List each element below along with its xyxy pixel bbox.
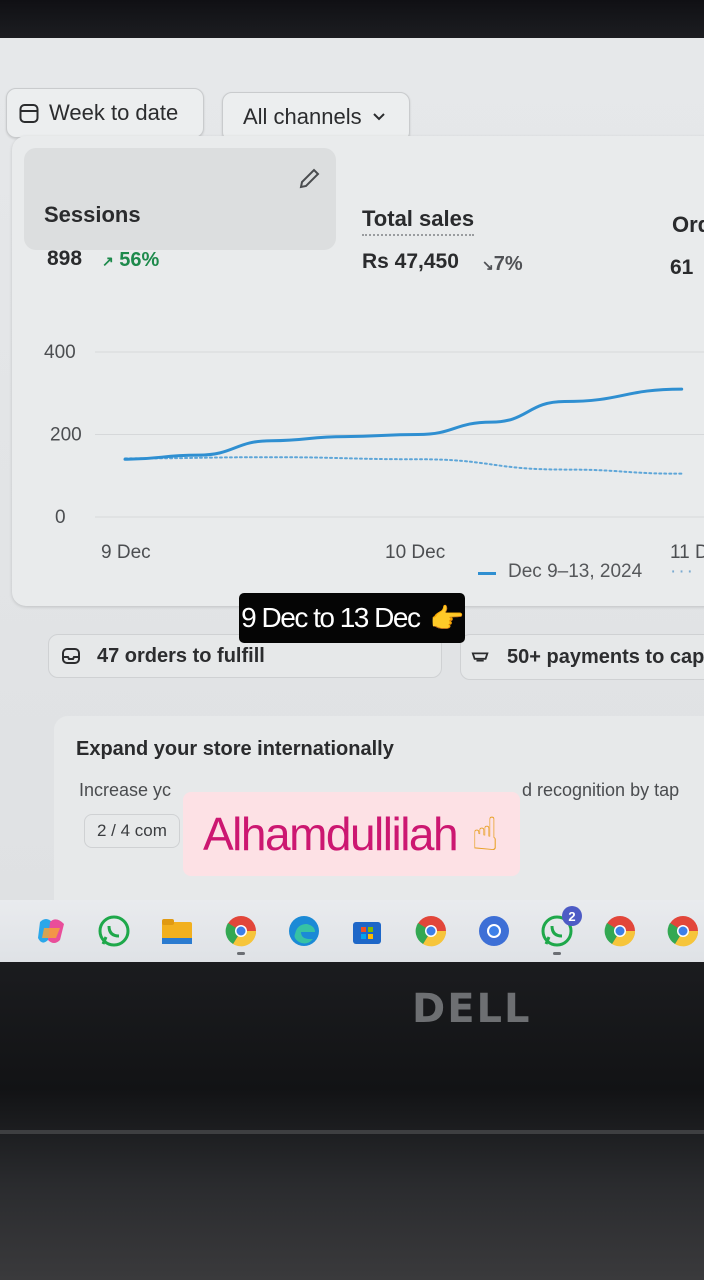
expand-description-start: Increase yc: [79, 780, 172, 800]
caption-text: Alhamdullilah: [203, 808, 459, 860]
inbox-icon: [62, 648, 80, 664]
copilot-icon[interactable]: [34, 914, 68, 948]
chrome-3-icon[interactable]: [603, 914, 637, 948]
laptop-hinge: [0, 1130, 704, 1134]
y-tick-label: 0: [55, 507, 66, 528]
expand-description-end: d recognition by tap: [522, 780, 680, 800]
laptop-bottom-bezel: [0, 962, 704, 1280]
chrome-profile-2-icon[interactable]: [477, 914, 511, 948]
date-range-sticker: 9 Dec to 13 Dec 👉: [239, 593, 465, 643]
notification-badge: 2: [562, 906, 582, 926]
chrome-4-icon[interactable]: [666, 914, 700, 948]
payments-to-capture-button[interactable]: 50+ payments to cap: [460, 634, 704, 680]
pointing-up-emoji-icon: ☝: [471, 807, 499, 861]
x-tick-label: 10 Dec: [385, 542, 445, 563]
chrome-profile-icon[interactable]: [414, 914, 448, 948]
x-tick-label: 11 D: [670, 542, 704, 563]
cash-icon: [471, 652, 489, 662]
orders-to-fulfill-label: 47 orders to fulfill: [97, 644, 265, 667]
chart-legend-more: ···: [670, 561, 695, 582]
y-tick-label: 400: [44, 342, 76, 363]
edge-icon[interactable]: [287, 914, 321, 948]
pointing-right-emoji-icon: 👉: [429, 601, 464, 635]
legend-swatch: [478, 572, 496, 575]
file-explorer-icon[interactable]: [160, 914, 194, 948]
caption-sticker: Alhamdullilah ☝: [183, 792, 520, 876]
comparison-series-line: [124, 456, 683, 475]
x-tick-label: 9 Dec: [101, 542, 151, 563]
dell-logo: DELL: [412, 986, 532, 1032]
expand-progress-badge: 2 / 4 com: [84, 814, 180, 848]
expand-title: Expand your store internationally: [76, 738, 394, 760]
taskbar-active-indicator: [553, 952, 561, 955]
sessions-series-line: [123, 387, 684, 461]
y-tick-label: 200: [50, 425, 82, 446]
microsoft-store-icon[interactable]: [350, 914, 384, 948]
taskbar-active-indicator: [237, 952, 245, 955]
date-range-sticker-text: 9 Dec to 13 Dec: [241, 602, 421, 633]
whatsapp-icon[interactable]: [97, 914, 131, 948]
chart-legend-label: Dec 9–13, 2024: [508, 561, 643, 582]
payments-to-capture-label: 50+ payments to cap: [507, 645, 704, 668]
chrome-icon[interactable]: [224, 914, 258, 948]
